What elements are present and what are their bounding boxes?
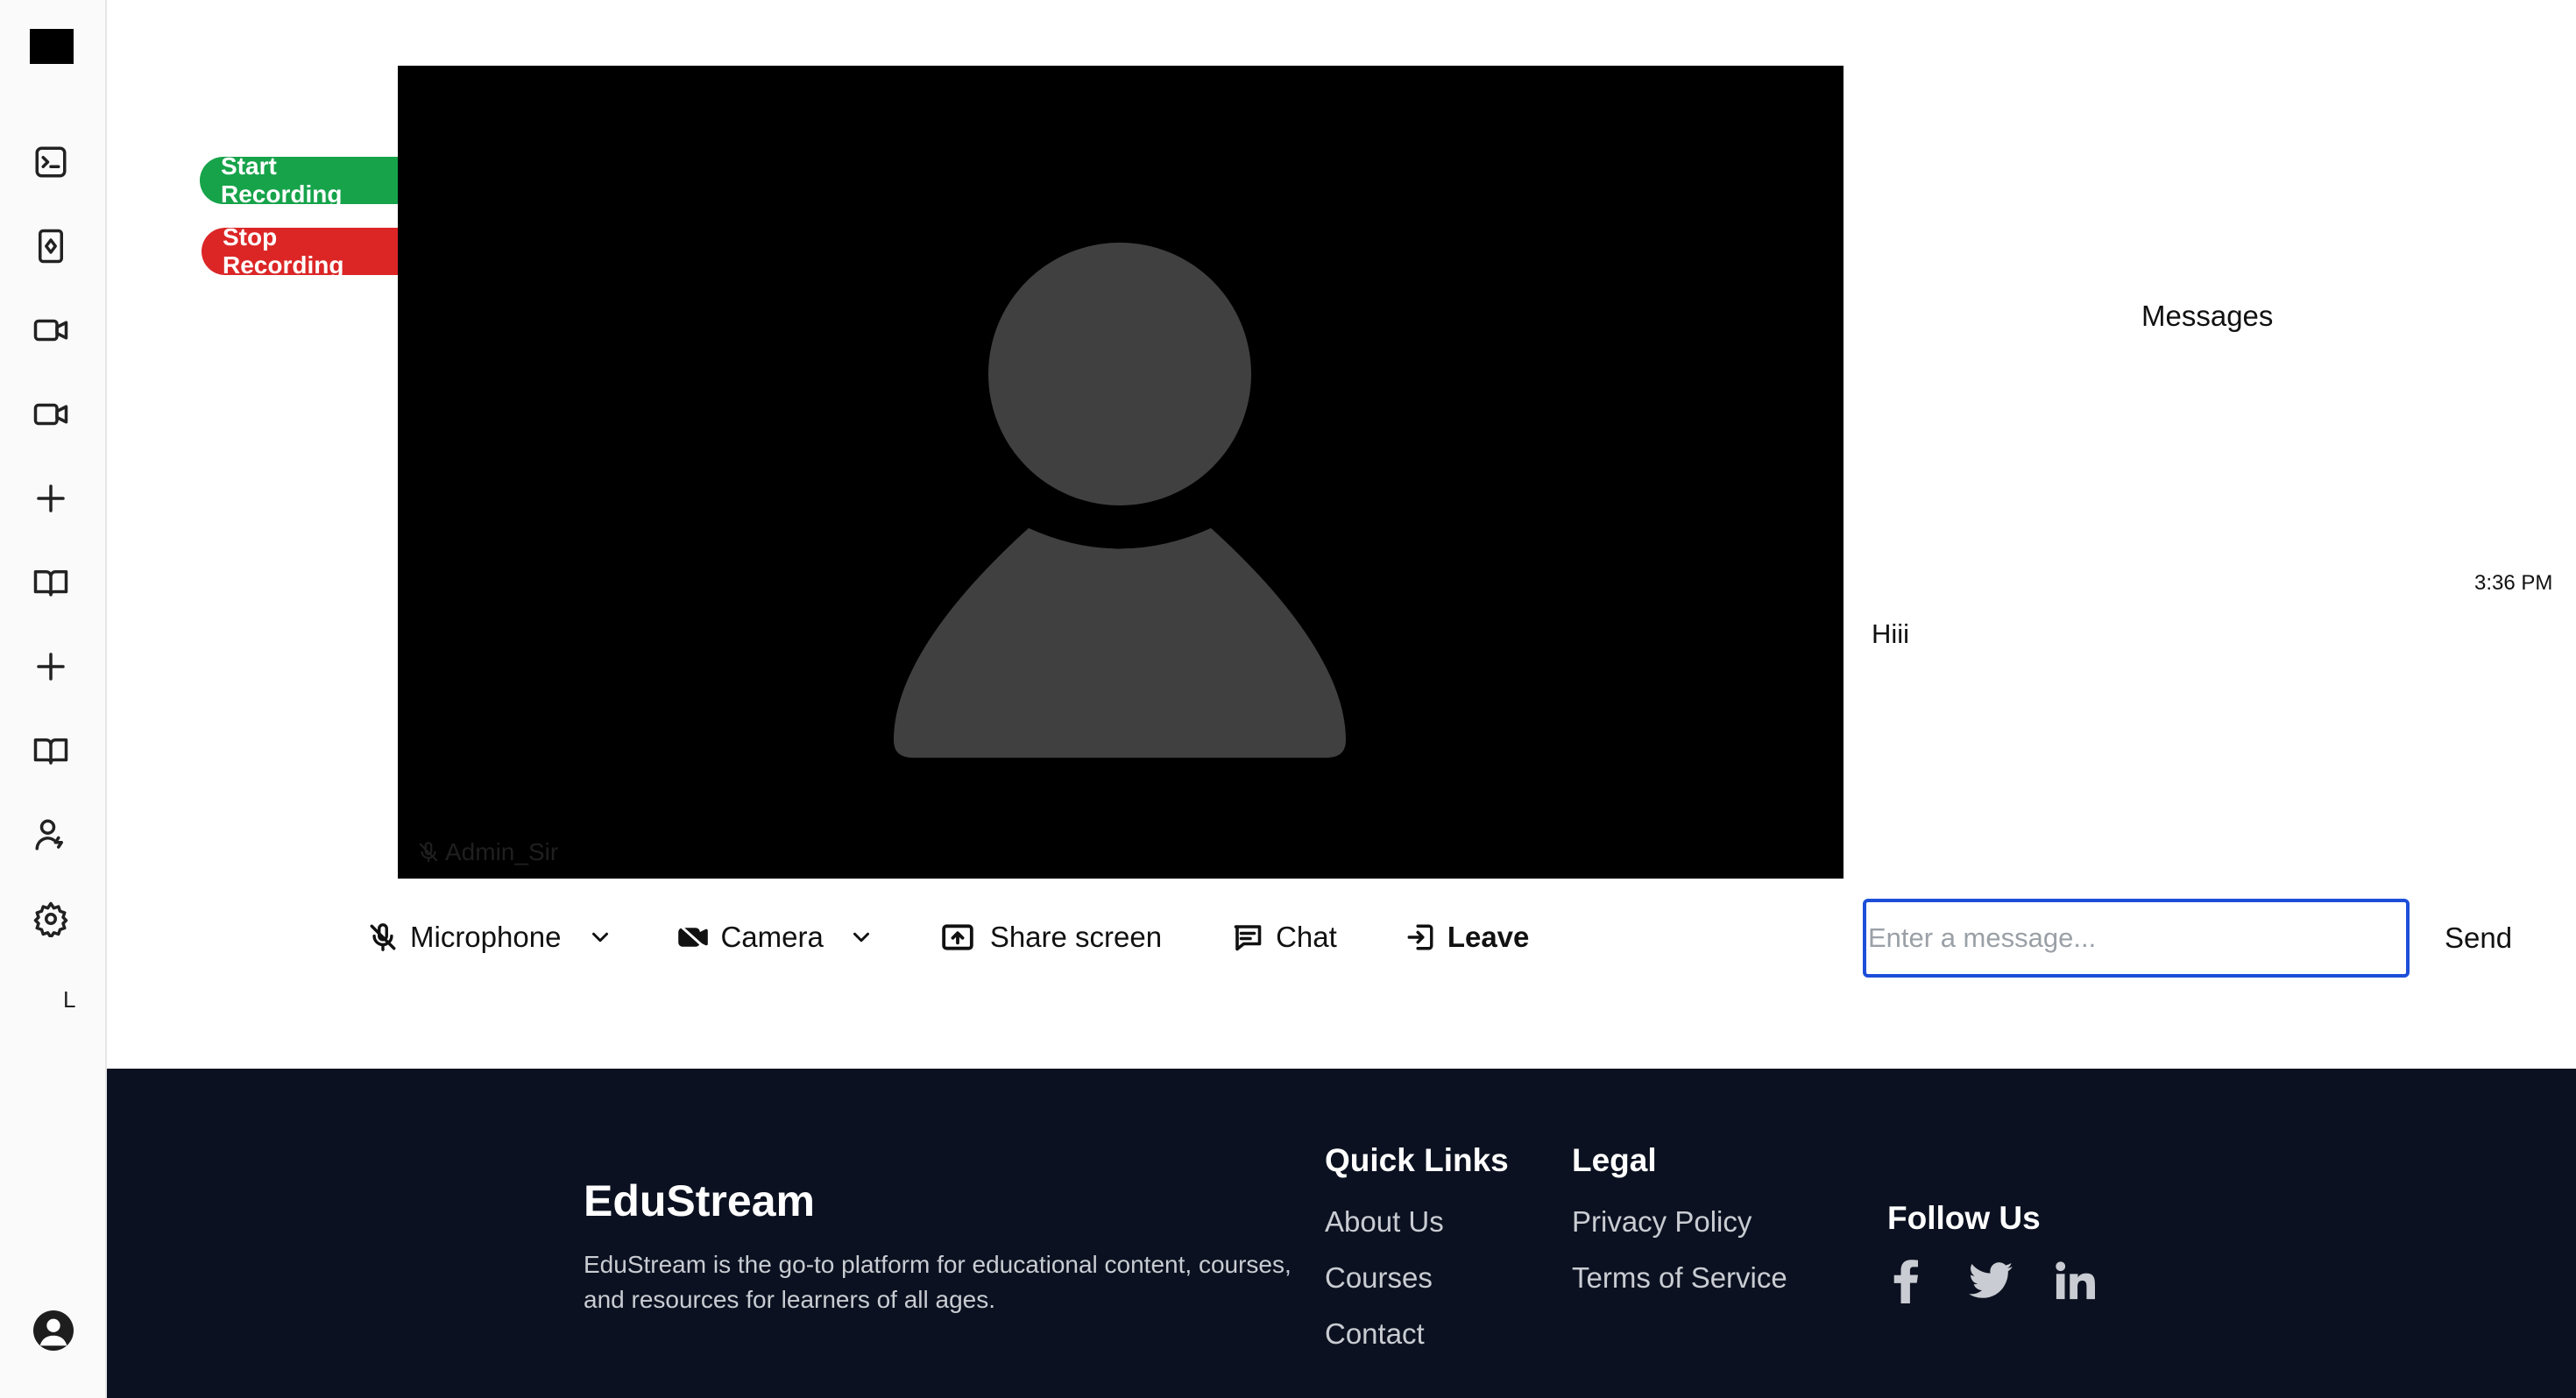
book-open-icon[interactable] — [28, 728, 74, 773]
share-screen-button[interactable]: Share screen — [939, 902, 1162, 972]
footer-link-privacy[interactable]: Privacy Policy — [1572, 1205, 1752, 1239]
message-timestamp: 3:36 PM — [2474, 571, 2553, 595]
participant-name-label: Admin_Sir — [445, 838, 559, 865]
microphone-label: Microphone — [410, 921, 562, 953]
user-settings-icon[interactable] — [28, 812, 74, 858]
camera-off-icon — [678, 924, 709, 950]
legal-title: Legal — [1572, 1142, 1657, 1178]
footer-link-about[interactable]: About Us — [1325, 1205, 1444, 1239]
leave-label: Leave — [1447, 921, 1530, 953]
send-button[interactable]: Send — [2445, 907, 2512, 969]
chat-button[interactable]: Chat — [1232, 902, 1337, 972]
chevron-down-icon — [592, 932, 609, 943]
camera-button[interactable]: Camera — [676, 902, 824, 972]
app-logo[interactable] — [30, 29, 74, 64]
terminal-icon[interactable] — [28, 139, 74, 185]
call-controls: Microphone Camera Share screen Chat Leav… — [368, 902, 1529, 972]
share-screen-label: Share screen — [989, 921, 1163, 953]
share-screen-icon — [942, 924, 973, 950]
camera-dropdown[interactable] — [848, 902, 874, 972]
leave-button[interactable]: Leave — [1405, 902, 1530, 972]
sidebar: L — [0, 0, 107, 1398]
camera-label: Camera — [720, 921, 824, 953]
mic-off-icon — [419, 842, 438, 862]
participant-name: Admin_Sir — [417, 838, 558, 866]
footer-brand: EduStream — [584, 1176, 815, 1225]
footer: EduStream EduStream is the go-to platfor… — [107, 1069, 2576, 1398]
file-diamond-icon[interactable] — [28, 223, 74, 269]
gear-icon[interactable] — [28, 896, 74, 942]
footer-description: EduStream is the go-to platform for educ… — [584, 1251, 1292, 1313]
footer-link-contact[interactable]: Contact — [1325, 1317, 1425, 1351]
leave-icon — [1407, 924, 1433, 950]
twitter-icon[interactable] — [1966, 1256, 2015, 1305]
sidebar-letter: L — [63, 986, 76, 1013]
facebook-icon[interactable] — [1882, 1256, 1931, 1305]
microphone-dropdown[interactable] — [587, 902, 613, 972]
video-icon[interactable] — [28, 307, 74, 353]
book-open-icon[interactable] — [28, 560, 74, 605]
avatar[interactable] — [33, 1310, 74, 1351]
microphone-button[interactable]: Microphone — [368, 902, 561, 972]
chat-label: Chat — [1276, 921, 1337, 953]
footer-link-terms[interactable]: Terms of Service — [1572, 1261, 1787, 1295]
participant-placeholder-icon — [894, 243, 1346, 758]
plus-icon[interactable] — [28, 476, 74, 521]
start-recording-button[interactable]: Start Recording — [200, 152, 424, 208]
mic-off-icon — [370, 923, 396, 951]
quick-links-title: Quick Links — [1325, 1142, 1509, 1178]
video-call-icon[interactable] — [28, 392, 74, 437]
linkedin-icon[interactable] — [2050, 1256, 2099, 1305]
video-tile: Admin_Sir — [398, 66, 1844, 879]
chevron-down-icon — [853, 932, 869, 943]
plus-icon[interactable] — [28, 644, 74, 689]
follow-us-title: Follow Us — [1887, 1200, 2041, 1236]
message-input[interactable] — [1863, 899, 2410, 978]
stop-recording-button[interactable]: Stop Recording — [202, 223, 422, 279]
footer-link-courses[interactable]: Courses — [1325, 1261, 1433, 1295]
message-text: Hiii — [1872, 618, 1910, 649]
messages-title: Messages — [2141, 300, 2274, 332]
chat-icon — [1234, 925, 1262, 951]
